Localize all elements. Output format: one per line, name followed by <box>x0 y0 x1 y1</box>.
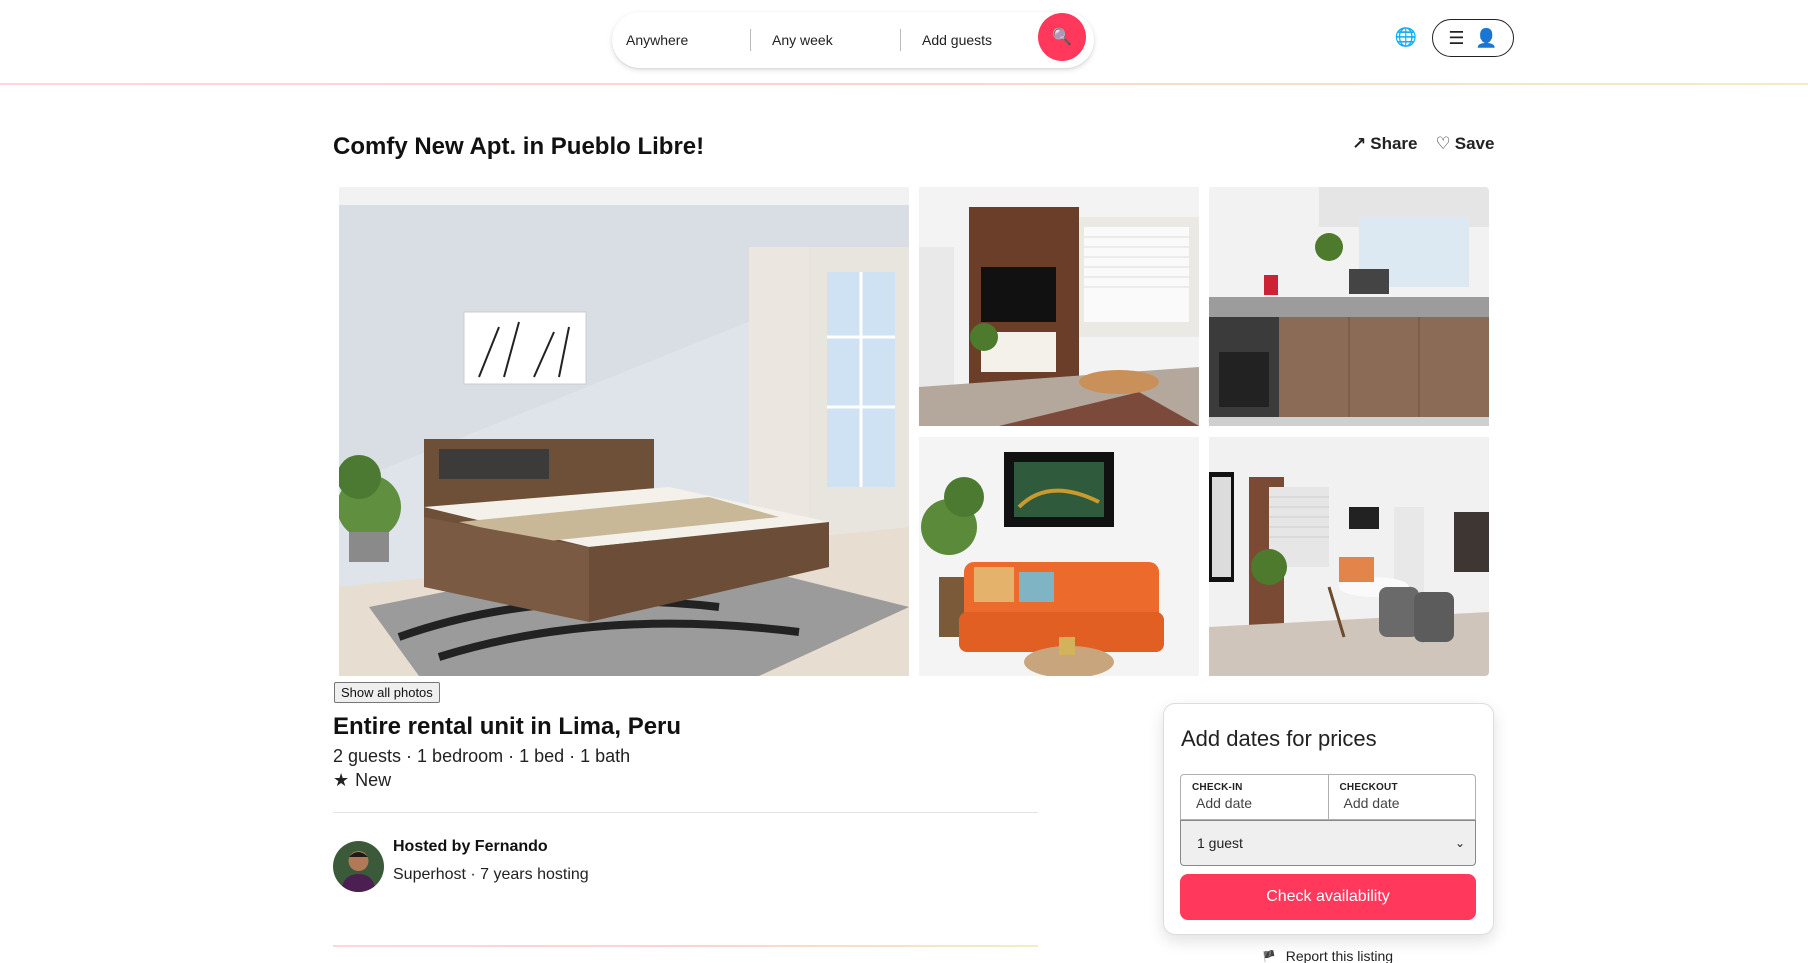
listing-actions: ↗ Share ♡ Save <box>1352 134 1494 154</box>
show-all-photos-button[interactable]: Show all photos <box>334 682 440 703</box>
share-icon: ↗ <box>1352 134 1367 153</box>
user-menu-button[interactable]: ☰ 👤 <box>1432 19 1514 57</box>
search-who[interactable]: Add guests <box>901 12 1039 68</box>
booking-card: Add dates for prices CHECK-IN Add date C… <box>1163 703 1494 935</box>
search-when-label: Any week <box>772 32 833 48</box>
save-button[interactable]: ♡ Save <box>1436 134 1495 154</box>
checkin-label: CHECK-IN <box>1192 782 1243 793</box>
listing-title: Comfy New Apt. in Pueblo Libre! <box>333 133 705 160</box>
report-label: Report this listing <box>1285 948 1394 963</box>
search-where-label: Anywhere <box>626 32 689 48</box>
photo-dining-area[interactable] <box>1209 437 1489 676</box>
listing-details: 2 guests · 1 bedroom · 1 bed · 1 bath <box>333 746 631 766</box>
search-icon: 🔍 <box>1052 29 1072 46</box>
listing-rating: ★ New <box>333 770 391 791</box>
guests-select[interactable]: 1 guest ⌄ <box>1180 820 1476 866</box>
search-who-label: Add guests <box>922 32 993 48</box>
star-icon: ★ <box>333 770 350 790</box>
search-bar[interactable]: Anywhere Any week Add guests 🔍 <box>612 12 1094 68</box>
user-icon: 👤 <box>1475 27 1498 48</box>
section-divider <box>333 812 1038 813</box>
checkout-label: CHECKOUT <box>1339 782 1398 793</box>
hamburger-icon: ☰ <box>1448 27 1465 48</box>
listing-subtitle: Entire rental unit in Lima, Peru <box>333 713 682 740</box>
photo-main-bedroom[interactable] <box>339 187 909 676</box>
flag-icon: 🏴 <box>1262 950 1276 963</box>
globe-icon[interactable]: 🌐 <box>1394 25 1418 49</box>
checkin-value: Add date <box>1196 795 1253 811</box>
search-where[interactable]: Anywhere <box>612 12 750 68</box>
photo-kitchen[interactable] <box>1209 187 1489 426</box>
checkin-field[interactable]: CHECK-IN Add date <box>1181 775 1328 819</box>
top-header: Anywhere Any week Add guests 🔍 🌐 ☰ 👤 <box>0 0 1808 85</box>
photo-living-room[interactable] <box>919 187 1199 426</box>
report-listing-link[interactable]: 🏴 Report this listing <box>1262 948 1393 963</box>
photo-sofa[interactable] <box>919 437 1199 676</box>
save-label: Save <box>1454 134 1495 153</box>
share-button[interactable]: ↗ Share <box>1352 134 1418 154</box>
chevron-down-icon: ⌄ <box>1454 836 1465 850</box>
header-divider <box>0 83 1808 85</box>
section-divider-gradient <box>333 945 1038 947</box>
checkout-field[interactable]: CHECKOUT Add date <box>1327 775 1476 819</box>
search-when[interactable]: Any week <box>751 12 900 68</box>
check-availability-button[interactable]: Check availability <box>1180 874 1476 920</box>
host-name: Hosted by Fernando <box>393 838 548 855</box>
host-meta: Superhost · 7 years hosting <box>393 866 589 883</box>
rating-label: New <box>355 770 392 790</box>
date-picker: CHECK-IN Add date CHECKOUT Add date <box>1180 774 1476 820</box>
search-button[interactable]: 🔍 <box>1038 13 1086 61</box>
heart-icon: ♡ <box>1435 134 1451 153</box>
booking-title: Add dates for prices <box>1181 726 1377 751</box>
checkout-value: Add date <box>1343 795 1400 811</box>
guests-value: 1 guest <box>1197 835 1243 851</box>
host-avatar[interactable] <box>333 841 384 892</box>
share-label: Share <box>1370 134 1418 153</box>
